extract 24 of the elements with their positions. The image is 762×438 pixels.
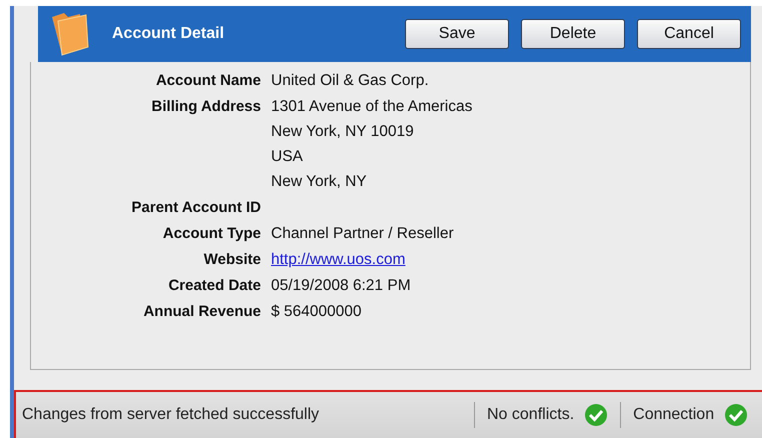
field-value: $ 564000000 [271,302,362,322]
field-label: Annual Revenue [142,302,261,322]
field-label: Created Date [167,276,261,296]
field-value: USA [271,147,304,167]
folder-icon [50,11,90,57]
field-value: 1301 Avenue of the Americas [271,97,472,117]
field-value: New York, NY 10019 [271,122,415,142]
field-value: New York, NY [271,172,368,192]
field-label: Billing Address [150,97,261,117]
status-label: No conflicts. [487,406,574,424]
field-label: Website [202,250,261,270]
panel-title: Account Detail [112,25,226,43]
website-link[interactable]: http://www.uos.com [271,247,406,272]
header-button[interactable]: Cancel [637,19,741,49]
status-message: Changes from server fetched successfully [22,406,320,424]
header-button[interactable]: Delete [521,19,625,49]
field-label: Account Name [154,71,261,91]
field-value: United Oil & Gas Corp. [271,71,429,91]
status-label: Connection [633,406,714,424]
header-button[interactable]: Save [405,19,509,49]
field-label: Parent Account ID [130,198,261,218]
field-value: Channel Partner / Reseller [271,224,454,244]
field-value: 05/19/2008 6:21 PM [271,276,411,296]
field-label: Account Type [162,224,261,244]
